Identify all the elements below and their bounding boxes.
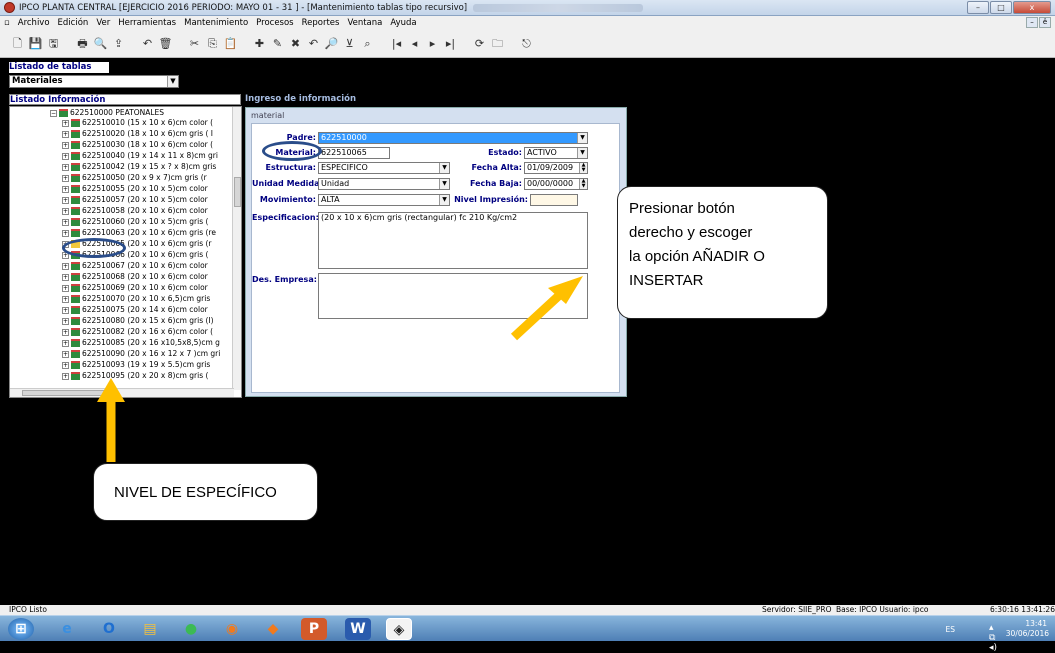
arrow-head	[97, 378, 125, 402]
status-server: Servidor: SIIE_PRO	[762, 605, 832, 614]
taskbar: ⊞ e O ▤ ● ◉ ◆ P W ◈ ES ▴ ⧉ ◂) 13:41 30/0…	[0, 615, 1055, 653]
arrow-shaft	[510, 286, 569, 341]
tray-date[interactable]: 30/06/2016	[1006, 629, 1049, 638]
status-datetime: 6:30:16 13:41:26	[990, 605, 1055, 614]
start-orb[interactable]: ⊞	[8, 618, 34, 640]
chrome-icon[interactable]: ●	[178, 618, 204, 640]
ipco-app-icon[interactable]: ◈	[386, 618, 412, 640]
tray-time[interactable]: 13:41	[1025, 619, 1047, 628]
ie-icon[interactable]: e	[54, 618, 80, 640]
firefox-alt-icon[interactable]: ◆	[260, 618, 286, 640]
lang-indicator[interactable]: ES	[946, 625, 956, 634]
arrow-to-form	[510, 276, 583, 341]
status-text: IPCO Listo	[9, 605, 47, 614]
explorer-icon[interactable]: ▤	[137, 618, 163, 640]
tray-icons[interactable]: ▴ ⧉ ◂)	[989, 623, 997, 653]
outlook-icon[interactable]: O	[96, 618, 122, 640]
status-bar: IPCO Listo Servidor: SIIE_PRO Base: IPCO…	[0, 605, 1055, 615]
arrow-to-tree	[97, 378, 125, 462]
word-icon[interactable]: W	[345, 618, 371, 640]
powerpoint-icon[interactable]: P	[301, 618, 327, 640]
firefox-icon[interactable]: ◉	[219, 618, 245, 640]
annotation-arrows	[97, 276, 583, 462]
status-base: Base: IPCO Usuario: ipco	[836, 605, 929, 614]
